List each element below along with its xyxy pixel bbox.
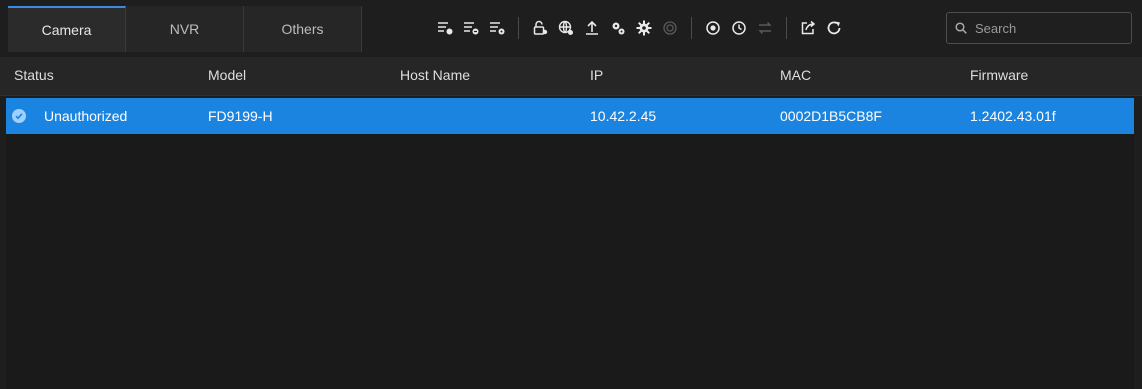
network-settings-icon[interactable] — [554, 16, 578, 40]
column-header-model[interactable]: Model — [208, 57, 246, 95]
table-body-empty — [6, 134, 1134, 389]
toolbar-separator — [518, 17, 519, 39]
target-icon[interactable] — [701, 16, 725, 40]
top-bar: Camera NVR Others — [0, 0, 1142, 56]
cell-mac: 0002D1B5CB8F — [780, 108, 882, 124]
column-header-mac[interactable]: MAC — [780, 57, 811, 95]
refresh-icon[interactable] — [822, 16, 846, 40]
upload-icon[interactable] — [580, 16, 604, 40]
clock-icon[interactable] — [727, 16, 751, 40]
toolbar-separator — [786, 17, 787, 39]
swap-icon[interactable] — [753, 16, 777, 40]
search-icon — [955, 22, 967, 34]
column-header-status[interactable]: Status — [14, 57, 54, 95]
search-box[interactable] — [946, 12, 1132, 44]
tab-camera[interactable]: Camera — [8, 6, 126, 52]
list-settings-icon[interactable] — [485, 16, 509, 40]
gear-icon[interactable] — [632, 16, 656, 40]
toolbar — [432, 12, 847, 44]
table-header: Status Model Host Name IP MAC Firmware — [0, 57, 1142, 96]
lock-icon[interactable] — [528, 16, 552, 40]
list-add-icon[interactable] — [433, 16, 457, 40]
cell-firmware: 1.2402.43.01f — [970, 108, 1056, 124]
cell-ip: 10.42.2.45 — [590, 108, 657, 124]
search-input[interactable] — [973, 19, 1127, 37]
list-remove-icon[interactable] — [459, 16, 483, 40]
column-header-firmware[interactable]: Firmware — [970, 57, 1028, 95]
tab-others[interactable]: Others — [244, 6, 362, 52]
device-manager-window: Camera NVR Others Search Status Model Ho… — [0, 0, 1142, 389]
export-icon[interactable] — [796, 16, 820, 40]
record-icon[interactable] — [658, 16, 682, 40]
tab-nvr[interactable]: NVR — [126, 6, 244, 52]
device-type-tabs: Camera NVR Others — [8, 6, 362, 52]
gears-icon[interactable] — [606, 16, 630, 40]
table-row[interactable]: Unauthorized FD9199-H 10.42.2.45 0002D1B… — [6, 98, 1134, 134]
cell-status: Unauthorized — [44, 108, 128, 124]
column-header-ip[interactable]: IP — [590, 57, 603, 95]
cell-model: FD9199-H — [208, 108, 273, 124]
toolbar-separator — [691, 17, 692, 39]
check-circle-icon — [12, 109, 26, 123]
column-header-host-name[interactable]: Host Name — [400, 57, 470, 95]
